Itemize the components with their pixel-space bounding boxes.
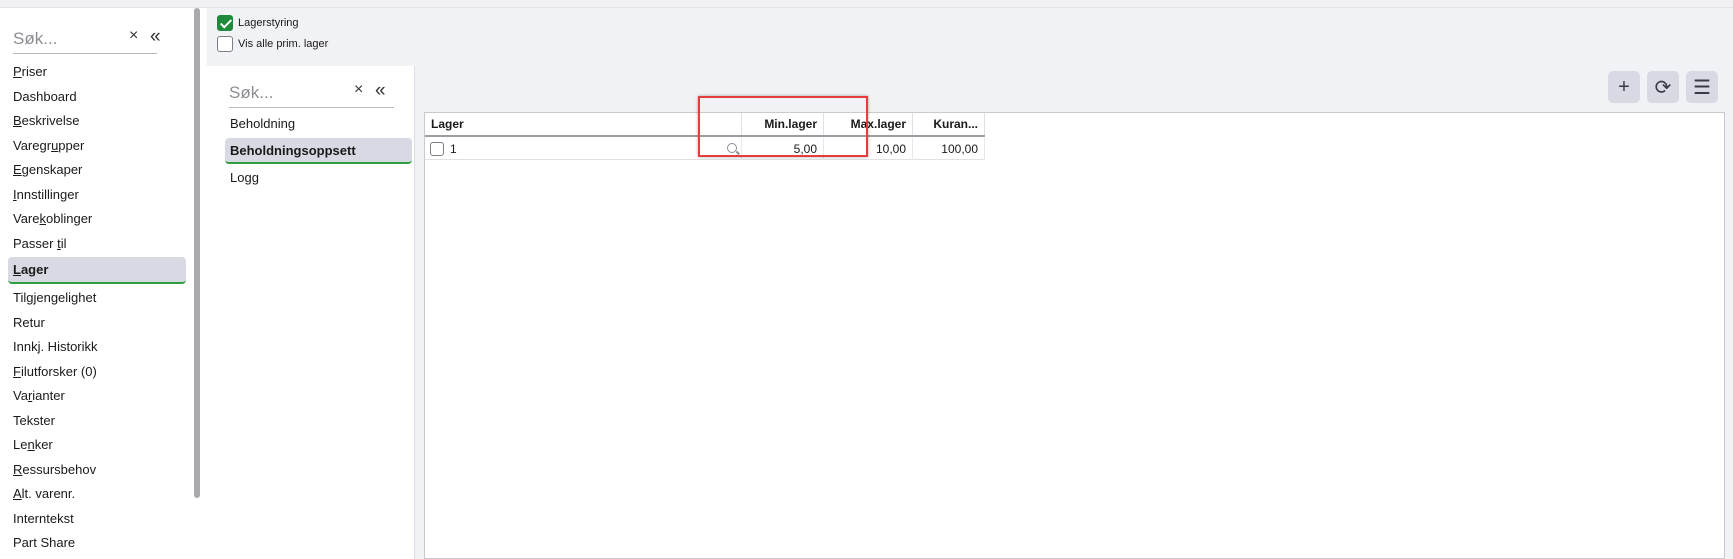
cell-lager[interactable]: 1 (425, 137, 742, 160)
refresh-button[interactable]: ⟳ (1647, 71, 1679, 103)
clear-search-icon[interactable]: × (129, 27, 138, 45)
sidebar-item[interactable]: Lager (8, 257, 186, 284)
sidebar-item[interactable]: Passer til (8, 232, 186, 257)
sidebar-item-label-pre: Retur (13, 314, 45, 330)
sidebar-item[interactable]: Varekoblinger (8, 207, 186, 232)
vis-alle-option[interactable]: Vis alle prim. lager (217, 35, 328, 53)
sidebar-item-accesskey: n (27, 437, 35, 452)
stock-grid: Lager Min.lager Max.lager Kuran... 1 5,0… (424, 112, 1725, 559)
header-kurant[interactable]: Kuran... (913, 113, 985, 135)
menu-button[interactable]: ☰ (1686, 71, 1718, 103)
header-lager[interactable]: Lager (425, 113, 742, 135)
sidebar-scrollbar[interactable] (194, 8, 200, 498)
table-row[interactable]: 1 5,00 10,00 100,00 (425, 137, 985, 160)
sidebar-item-accesskey: F (13, 363, 21, 379)
add-button[interactable]: + (1608, 71, 1640, 103)
sidebar-search[interactable]: Søk... × « (13, 22, 161, 54)
main-panel: Lagerstyring Vis alle prim. lager Søk...… (207, 8, 1733, 559)
sidebar-item[interactable]: Priser (8, 60, 186, 85)
sidebar-item-label-pre: Innkj. Historikk (13, 339, 98, 354)
sidebar-item[interactable]: Tilgjengelighet (8, 286, 186, 311)
sidebar-item[interactable]: Egenskaper (8, 158, 186, 183)
sidebar-item[interactable]: Rapporter (13) (8, 556, 186, 559)
sidebar-item-label-post: lt. varenr. (21, 486, 76, 501)
sidebar-item-accesskey: A (13, 486, 22, 501)
sidebar-item[interactable]: Lenker (8, 433, 186, 458)
sub-sidebar: Søk... × « Beholdning Beholdningsoppsett L… (207, 66, 415, 559)
sidebar-item-label-pre: Part Share (13, 535, 76, 550)
lagerstyring-checkbox[interactable] (217, 15, 233, 31)
collapse-sidebar-icon[interactable]: « (150, 26, 161, 48)
sidebar-item-accesskey: R (13, 461, 23, 477)
sidebar-item-label-post: eskrivelse (21, 113, 80, 128)
sidebar-item-label-post: pper (58, 137, 85, 153)
lagerstyring-label: Lagerstyring (238, 17, 299, 29)
sidebar-item-label-pre: Vare (13, 211, 40, 226)
sub-search-input[interactable]: Søk... (229, 83, 273, 103)
sidebar-item[interactable]: Tekster (8, 409, 186, 434)
vis-alle-checkbox[interactable] (217, 36, 233, 52)
header-min-lager[interactable]: Min.lager (742, 113, 824, 135)
sidebar-item[interactable]: Innstillinger (8, 183, 186, 208)
sidebar-item-label-pre: Varegr (13, 137, 52, 153)
hamburger-menu-icon: ☰ (1693, 76, 1711, 99)
sidebar-nav: Priser Dashboard Beskrivelse Varegrupper Ege… (8, 60, 186, 559)
sidebar-item-label-pre: Passer (13, 235, 58, 251)
sidebar-item-label-post: riser (21, 64, 47, 79)
sidebar-item[interactable]: Varianter (8, 384, 186, 409)
subnav-item[interactable]: Beholdning (225, 112, 412, 136)
sidebar-item[interactable]: Varegrupper (8, 134, 186, 159)
sidebar-item-label-post: il (60, 235, 67, 251)
sidebar-item[interactable]: Filutforsker (0) (8, 360, 186, 385)
sidebar-item[interactable]: Alt. varenr. (8, 482, 186, 507)
plus-icon: + (1618, 75, 1630, 98)
toolbar: + ⟳ ☰ (1608, 71, 1718, 103)
sidebar-item-label-post: oblinger (46, 211, 93, 226)
sidebar-item-label-pre: Va (13, 388, 28, 403)
sidebar-item-accesskey: P (13, 64, 22, 79)
sidebar-item-label-pre: Tekster (13, 412, 55, 428)
cell-kurant[interactable]: 100,00 (913, 137, 985, 160)
sidebar-item[interactable]: Beskrivelse (8, 109, 186, 134)
sidebar-item[interactable]: Retur (8, 311, 186, 336)
sidebar-item-accesskey: B (13, 113, 22, 128)
sidebar-item-label-post: essursbehov (22, 461, 97, 477)
sidebar-item-label-post: nnstillinger (16, 186, 79, 202)
refresh-icon: ⟳ (1654, 76, 1672, 99)
cell-max-lager[interactable]: 10,00 (824, 137, 913, 160)
subnav-item[interactable]: Logg (225, 166, 412, 190)
sidebar-item[interactable]: Interntekst (8, 507, 186, 532)
sidebar-item-label-post: ager (20, 262, 49, 277)
sidebar-item[interactable]: Dashboard (8, 85, 186, 110)
sidebar-item-label-pre: Interntekst (13, 510, 74, 526)
sidebar-item-label-post: ianter (32, 388, 65, 403)
sidebar-item-label-post: ilutforsker (0) (20, 363, 97, 379)
sidebar-item[interactable]: Ressursbehov (8, 458, 186, 483)
row-checkbox[interactable] (430, 141, 444, 156)
sidebar-item-label-pre: Le (13, 437, 28, 452)
vis-alle-label: Vis alle prim. lager (238, 38, 329, 50)
sub-search[interactable]: Søk... × « (229, 76, 394, 108)
sidebar-item-accesskey: L (13, 262, 21, 277)
sidebar-item-label-pre: Dashboard (13, 88, 77, 104)
lookup-search-icon[interactable] (727, 142, 737, 153)
collapse-sub-sidebar-icon[interactable]: « (375, 80, 386, 102)
cell-min-lager[interactable]: 5,00 (742, 137, 824, 160)
top-strip (0, 0, 1733, 8)
left-sidebar: Søk... × « Priser Dashboard Beskrivelse Var… (0, 8, 196, 559)
sidebar-item[interactable]: Innkj. Historikk (8, 335, 186, 360)
sidebar-item-accesskey: E (13, 162, 22, 177)
header-max-lager[interactable]: Max.lager (824, 113, 913, 135)
sidebar-item[interactable]: Part Share (8, 531, 186, 556)
grid-header: Lager Min.lager Max.lager Kuran... (425, 113, 985, 137)
sidebar-item-label-post: ker (34, 437, 53, 452)
sidebar-item-label-pre: Tilgjengelighet (13, 290, 97, 305)
sidebar-search-input[interactable]: Søk... (13, 29, 57, 49)
sidebar-item-label-post: genskaper (21, 162, 83, 177)
lagerstyring-option[interactable]: Lagerstyring (217, 14, 299, 32)
lager-value: 1 (450, 141, 457, 156)
clear-sub-search-icon[interactable]: × (354, 81, 363, 99)
sub-nav: Beholdning Beholdningsoppsett Logg (225, 112, 412, 190)
subnav-item[interactable]: Beholdningsoppsett (225, 138, 412, 164)
